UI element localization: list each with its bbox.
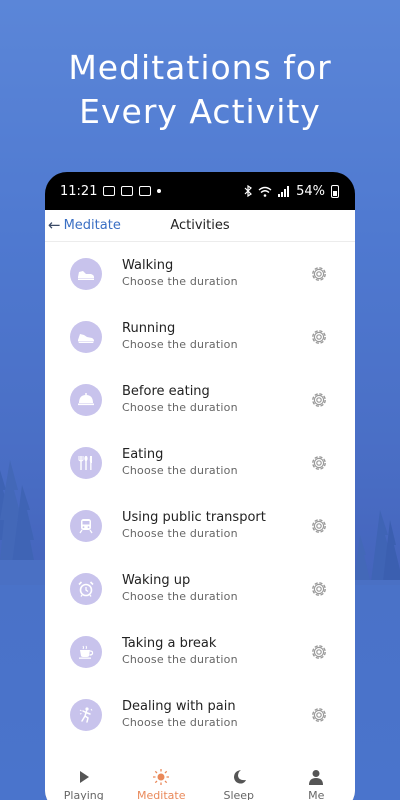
gear-icon[interactable] xyxy=(309,264,329,284)
activity-text: Before eating Choose the duration xyxy=(122,384,238,415)
tab-meditate[interactable]: Meditate xyxy=(123,756,201,800)
gear-icon[interactable] xyxy=(309,453,329,473)
activity-item-dealing-with-pain[interactable]: Dealing with pain Choose the duration xyxy=(45,683,355,746)
activity-title: Using public transport xyxy=(122,510,266,525)
activity-text: Dealing with pain Choose the duration xyxy=(122,699,238,730)
alarm-clock-icon xyxy=(70,572,102,605)
battery-percent: 54% xyxy=(296,183,325,199)
pain-figure-icon xyxy=(70,698,102,731)
person-icon xyxy=(309,770,324,785)
activity-text: Eating Choose the duration xyxy=(122,447,238,478)
activity-subtitle: Choose the duration xyxy=(122,716,238,729)
notification-icon xyxy=(121,186,134,196)
activity-item-eating[interactable]: Eating Choose the duration xyxy=(45,431,355,494)
activity-title: Dealing with pain xyxy=(122,699,236,714)
activity-subtitle: Choose the duration xyxy=(122,275,238,288)
train-icon xyxy=(70,509,102,542)
back-arrow-icon: ← xyxy=(48,216,61,234)
status-bar: 11:21 54% xyxy=(45,172,355,210)
gear-icon[interactable] xyxy=(309,705,329,725)
cutlery-icon xyxy=(70,446,102,479)
activity-title: Waking up xyxy=(122,573,191,588)
activity-text: Using public transport Choose the durati… xyxy=(122,510,266,541)
signal-icon xyxy=(278,185,290,197)
activity-list: Walking Choose the duration Running Choo… xyxy=(45,242,355,746)
activity-text: Running Choose the duration xyxy=(122,321,238,352)
activity-item-before-eating[interactable]: Before eating Choose the duration xyxy=(45,368,355,431)
tab-label: Me xyxy=(308,789,325,800)
gallery-notification-icon xyxy=(103,186,116,196)
tab-playing[interactable]: Playing xyxy=(45,756,123,800)
activity-title: Running xyxy=(122,321,176,336)
status-time: 11:21 xyxy=(60,183,98,199)
moon-icon xyxy=(233,770,246,784)
wifi-icon xyxy=(258,186,272,197)
gear-icon[interactable] xyxy=(309,579,329,599)
back-button[interactable]: ← Meditate xyxy=(45,216,121,234)
bottom-tab-bar: Playing Meditate Sleep Me xyxy=(45,756,355,800)
play-icon xyxy=(79,771,89,783)
activity-item-waking-up[interactable]: Waking up Choose the duration xyxy=(45,557,355,620)
status-right: 54% xyxy=(244,184,339,199)
app-screen: ← Meditate Activities Walking Choose the… xyxy=(45,210,355,800)
activity-subtitle: Choose the duration xyxy=(122,401,238,414)
activity-title: Before eating xyxy=(122,384,210,399)
more-notifications-dot-icon xyxy=(157,189,162,193)
promo-headline-line1: Meditations for xyxy=(68,48,332,87)
activity-subtitle: Choose the duration xyxy=(122,653,238,666)
activity-item-public-transport[interactable]: Using public transport Choose the durati… xyxy=(45,494,355,557)
app-header: ← Meditate Activities xyxy=(45,210,355,242)
back-label: Meditate xyxy=(63,218,121,233)
gear-icon[interactable] xyxy=(309,327,329,347)
activity-text: Waking up Choose the duration xyxy=(122,573,238,604)
bluetooth-icon xyxy=(244,185,253,197)
activity-subtitle: Choose the duration xyxy=(122,590,238,603)
activity-title: Taking a break xyxy=(122,636,217,651)
battery-icon xyxy=(331,184,339,198)
activity-title: Eating xyxy=(122,447,164,462)
activity-subtitle: Choose the duration xyxy=(122,527,238,540)
phone-frame: 11:21 54% ← Meditate Activities Walking … xyxy=(45,172,355,800)
running-shoe-icon xyxy=(70,320,102,353)
food-cloche-icon xyxy=(70,383,102,416)
activity-item-walking[interactable]: Walking Choose the duration xyxy=(45,242,355,305)
gear-icon[interactable] xyxy=(309,390,329,410)
sun-icon xyxy=(153,769,170,785)
coffee-cup-icon xyxy=(70,635,102,668)
gear-icon[interactable] xyxy=(309,516,329,536)
cast-icon xyxy=(139,186,152,196)
tab-label: Playing xyxy=(63,789,104,800)
activity-item-running[interactable]: Running Choose the duration xyxy=(45,305,355,368)
tab-label: Sleep xyxy=(223,789,255,800)
tab-label: Meditate xyxy=(137,789,186,800)
status-left: 11:21 xyxy=(60,183,162,199)
activity-title: Walking xyxy=(122,258,174,273)
promo-headline-line2: Every Activity xyxy=(79,92,321,131)
activity-text: Taking a break Choose the duration xyxy=(122,636,238,667)
activity-subtitle: Choose the duration xyxy=(122,464,238,477)
activity-subtitle: Choose the duration xyxy=(122,338,238,351)
activity-text: Walking Choose the duration xyxy=(122,258,238,289)
promo-headline: Meditations for Every Activity xyxy=(0,46,400,134)
walking-shoe-icon xyxy=(70,257,102,290)
tab-sleep[interactable]: Sleep xyxy=(200,756,278,800)
gear-icon[interactable] xyxy=(309,642,329,662)
activity-item-taking-a-break[interactable]: Taking a break Choose the duration xyxy=(45,620,355,683)
tab-me[interactable]: Me xyxy=(278,756,356,800)
